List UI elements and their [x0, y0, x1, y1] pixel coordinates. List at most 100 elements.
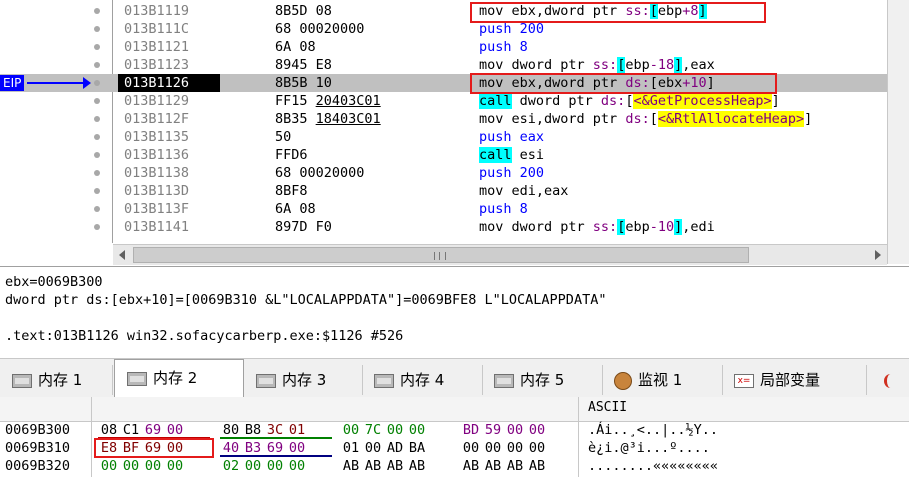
tab-memory-2[interactable]: 内存 2 — [114, 359, 244, 397]
breakpoint-dot[interactable] — [94, 224, 100, 230]
row-address: 013B113D — [124, 183, 190, 199]
current-address: 013B1126 — [118, 74, 220, 92]
hex-byte[interactable]: 00 — [384, 421, 406, 439]
memory-icon — [494, 373, 514, 388]
hex-byte[interactable]: 00 — [120, 457, 142, 475]
breakpoint-dot[interactable] — [94, 80, 100, 86]
tab-label: 内存 5 — [520, 371, 565, 389]
scroll-left-icon[interactable] — [113, 245, 133, 265]
disasm-row[interactable]: 013B1129 FF15 20403C01 call dword ptr ds… — [0, 92, 909, 110]
row-instruction: push 8 — [479, 201, 528, 217]
breakpoint-dot[interactable] — [94, 116, 100, 122]
hex-byte[interactable]: 00 — [406, 421, 428, 439]
tab-memory-4[interactable]: 内存 4 — [362, 365, 483, 395]
tab-locals[interactable]: x= 局部变量 — [722, 365, 867, 395]
breakpoint-dot[interactable] — [94, 188, 100, 194]
memory-icon — [374, 373, 394, 388]
row-address: 013B1136 — [124, 147, 190, 163]
breakpoint-dot[interactable] — [94, 26, 100, 32]
hex-byte[interactable]: AB — [460, 457, 482, 475]
row-address: 013B112F — [124, 111, 190, 127]
memory-icon — [12, 373, 32, 388]
hex-byte[interactable]: 00 — [526, 421, 548, 439]
disassembly-view[interactable]: 013B1119 8B5D 08 mov ebx,dword ptr ss:[e… — [0, 0, 909, 243]
row-bytes: 8B5D 08 — [275, 3, 332, 19]
breakpoint-dot[interactable] — [94, 152, 100, 158]
breakpoint-dot[interactable] — [94, 134, 100, 140]
hex-byte[interactable]: 00 — [242, 457, 264, 475]
hex-byte[interactable]: AB — [362, 457, 384, 475]
breakpoint-dot[interactable] — [94, 98, 100, 104]
watch-icon — [614, 371, 632, 390]
hex-byte[interactable]: AB — [482, 457, 504, 475]
hex-byte[interactable]: 00 — [164, 457, 186, 475]
hex-byte[interactable]: AB — [384, 457, 406, 475]
hex-byte[interactable]: BA — [406, 439, 428, 457]
tab-label: 内存 1 — [38, 371, 83, 389]
hex-byte[interactable]: AB — [526, 457, 548, 475]
disasm-row[interactable]: 013B1119 8B5D 08 mov ebx,dword ptr ss:[e… — [0, 2, 909, 20]
disasm-row[interactable]: 013B112F 8B35 18403C01 mov esi,dword ptr… — [0, 110, 909, 128]
breakpoint-dot[interactable] — [94, 62, 100, 68]
disasm-row[interactable]: 013B113F 6A 08 push 8 — [0, 200, 909, 218]
vertical-scrollbar[interactable] — [887, 0, 909, 264]
breakpoint-dot[interactable] — [94, 8, 100, 14]
hex-byte[interactable]: AB — [406, 457, 428, 475]
tab-memory-3[interactable]: 内存 3 — [244, 365, 363, 395]
hex-byte[interactable]: AD — [384, 439, 406, 457]
hex-byte[interactable]: BD — [460, 421, 482, 439]
tab-label: 内存 3 — [282, 371, 327, 389]
row-instruction: push eax — [479, 129, 545, 145]
disasm-row[interactable]: 013B1136 FFD6 call esi — [0, 146, 909, 164]
breakpoint-dot[interactable] — [94, 206, 100, 212]
disasm-row[interactable]: 013B1123 8945 E8 mov dword ptr ss:[ebp-1… — [0, 56, 909, 74]
hex-byte[interactable]: 00 — [460, 439, 482, 457]
hex-row-ascii[interactable]: .Ái..¸<..|..½Y.. — [588, 421, 718, 439]
hex-byte[interactable]: 01 — [340, 439, 362, 457]
hex-byte[interactable]: AB — [340, 457, 362, 475]
row-address: 013B1119 — [124, 3, 190, 19]
info-pane: ebx=0069B300 dword ptr ds:[ebx+10]=[0069… — [0, 266, 909, 359]
annotation-box — [94, 438, 214, 458]
hex-header: ASCII — [0, 397, 909, 477]
row-address: 013B1141 — [124, 219, 190, 235]
disasm-row[interactable]: 013B1135 50 push eax — [0, 128, 909, 146]
hex-byte[interactable]: AB — [504, 457, 526, 475]
horizontal-scrollbar[interactable] — [113, 244, 887, 265]
hex-byte[interactable]: 00 — [264, 457, 286, 475]
breakpoint-dot[interactable] — [94, 44, 100, 50]
hex-dump[interactable]: ASCII 0069B300 08 C1 69 00 80 B8 3C 01 00 7C 00 00 BD… — [0, 397, 909, 477]
tab-more[interactable] — [868, 365, 909, 395]
tab-label: 局部变量 — [760, 371, 821, 389]
tab-memory-1[interactable]: 内存 1 — [0, 365, 113, 395]
locals-icon: x= — [734, 373, 754, 388]
breakpoint-dot[interactable] — [94, 170, 100, 176]
disasm-row[interactable]: 013B1121 6A 08 push 8 — [0, 38, 909, 56]
hex-row-ascii[interactable]: ........«««««««« — [588, 457, 718, 475]
hex-byte[interactable]: 00 — [504, 421, 526, 439]
hex-byte[interactable]: 00 — [340, 421, 362, 439]
hex-byte[interactable]: 00 — [526, 439, 548, 457]
row-bytes: 8945 E8 — [275, 57, 332, 73]
disasm-row[interactable]: 013B1141 897D F0 mov dword ptr ss:[ebp-1… — [0, 218, 909, 236]
hex-byte[interactable]: 7C — [362, 421, 384, 439]
tab-memory-5[interactable]: 内存 5 — [482, 365, 603, 395]
hex-byte[interactable]: 00 — [286, 457, 308, 475]
hex-byte[interactable]: 00 — [98, 457, 120, 475]
disasm-row[interactable]: 013B111C 68 00020000 push 200 — [0, 20, 909, 38]
row-bytes: 8B35 18403C01 — [275, 111, 381, 127]
disasm-row[interactable]: 013B1138 68 00020000 push 200 — [0, 164, 909, 182]
hex-byte[interactable]: 02 — [220, 457, 242, 475]
hex-byte[interactable]: 59 — [482, 421, 504, 439]
disasm-row[interactable]: 013B113D 8BF8 mov edi,eax — [0, 182, 909, 200]
hex-byte[interactable]: 00 — [142, 457, 164, 475]
hex-byte[interactable]: 00 — [504, 439, 526, 457]
tab-watch-1[interactable]: 监视 1 — [602, 365, 723, 395]
row-instruction: push 200 — [479, 165, 545, 181]
scroll-right-icon[interactable] — [867, 245, 887, 265]
hex-row-ascii[interactable]: è¿i.@³i...­º.... — [588, 439, 710, 457]
hex-byte[interactable]: 00 — [482, 439, 504, 457]
row-address: 013B1138 — [124, 165, 190, 181]
scroll-thumb[interactable] — [133, 247, 749, 263]
hex-byte[interactable]: 00 — [362, 439, 384, 457]
